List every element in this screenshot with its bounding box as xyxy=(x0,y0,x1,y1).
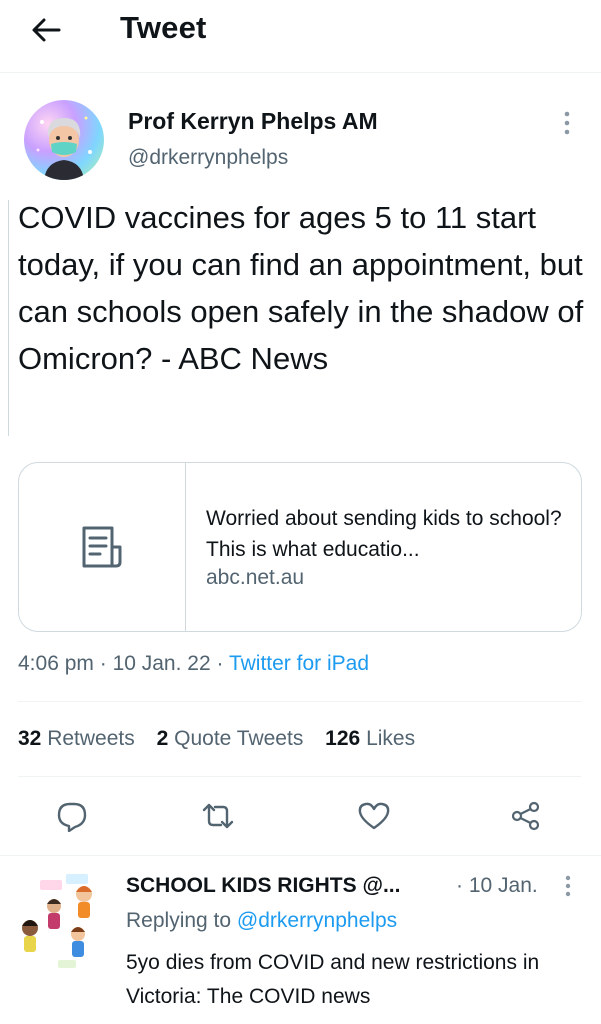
more-vertical-icon xyxy=(564,111,570,135)
arrow-left-icon xyxy=(32,18,61,42)
tweet-date[interactable]: 10 Jan. 22 xyxy=(113,652,211,675)
reply-icon xyxy=(57,802,87,832)
tweet-meta: 4:06 pm · 10 Jan. 22 · Twitter for iPad xyxy=(18,652,369,676)
likes-count: 126 xyxy=(325,727,361,750)
tweet-stats: 32 Retweets 2 Quote Tweets 126 Likes xyxy=(18,727,415,751)
link-card[interactable]: Worried about sending kids to school? Th… xyxy=(18,462,582,632)
reply-author-name[interactable]: SCHOOL KIDS RIGHTS @... xyxy=(126,874,400,898)
divider xyxy=(0,855,601,856)
more-options-button[interactable] xyxy=(556,108,578,138)
top-bar: Tweet xyxy=(0,0,601,73)
retweets-count: 32 xyxy=(18,727,42,750)
reply-avatar[interactable] xyxy=(18,872,108,972)
quote-tweets-stat[interactable]: 2 Quote Tweets xyxy=(157,727,304,750)
divider xyxy=(18,701,581,702)
reply-button[interactable] xyxy=(52,796,92,836)
quotes-label: Quote Tweets xyxy=(174,727,304,750)
retweets-label: Retweets xyxy=(47,727,135,750)
quotes-count: 2 xyxy=(156,727,169,750)
card-domain: abc.net.au xyxy=(206,566,305,589)
replying-to: Replying to @drkerrynphelps xyxy=(126,909,397,933)
like-button[interactable] xyxy=(354,796,394,836)
replying-to-label: Replying to xyxy=(126,909,237,932)
divider xyxy=(18,776,581,777)
author-handle[interactable]: @drkerrynphelps xyxy=(128,146,288,170)
tweet-time: 4:06 pm xyxy=(18,652,94,675)
likes-label: Likes xyxy=(366,727,416,750)
likes-stat[interactable]: 126 Likes xyxy=(325,727,415,750)
replying-to-handle[interactable]: @drkerrynphelps xyxy=(237,909,397,932)
retweet-icon xyxy=(202,803,234,829)
share-icon xyxy=(511,801,540,831)
reply-text: 5yo dies from COVID and new restrictions… xyxy=(126,951,540,1008)
reply-more-options-button[interactable] xyxy=(558,872,578,900)
page-title: Tweet xyxy=(120,10,207,45)
like-icon xyxy=(358,802,390,830)
card-thumbnail xyxy=(19,463,186,631)
meta-separator: · xyxy=(93,652,113,675)
more-vertical-icon xyxy=(565,875,571,897)
share-button[interactable] xyxy=(506,796,546,836)
scroll-edge xyxy=(8,200,9,436)
retweet-button[interactable] xyxy=(198,796,238,836)
card-title: Worried about sending kids to school? Th… xyxy=(206,507,562,561)
tweet-source[interactable]: Twitter for iPad xyxy=(229,652,369,675)
meta-separator: · xyxy=(210,652,229,675)
cartoon-kids-avatar-image xyxy=(22,874,92,968)
article-icon xyxy=(82,526,122,568)
memoji-avatar-image xyxy=(36,116,92,180)
reply-time[interactable]: · 10 Jan. xyxy=(456,874,538,898)
back-button[interactable] xyxy=(28,12,64,48)
retweets-stat[interactable]: 32 Retweets xyxy=(18,727,135,750)
avatar[interactable] xyxy=(24,100,104,180)
tweet-text: COVID vaccines for ages 5 to 11 start to… xyxy=(18,200,584,376)
author-name[interactable]: Prof Kerryn Phelps AM xyxy=(128,108,378,135)
